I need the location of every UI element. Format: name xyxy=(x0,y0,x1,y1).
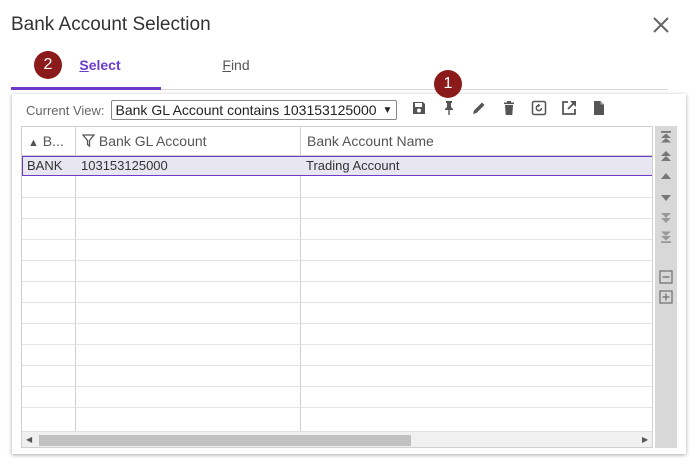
row-divider xyxy=(22,386,652,387)
results-grid: ▲ B... Bank GL Account Bank Account Name… xyxy=(21,126,653,448)
current-view-value: Bank GL Account contains 103153125000 xyxy=(115,102,377,118)
step-badge-1: 1 xyxy=(434,70,462,98)
close-icon[interactable] xyxy=(650,14,672,36)
tab-find-accel: F xyxy=(222,57,231,73)
chevron-down-icon: ▼ xyxy=(382,104,393,116)
cell-gl-account: 103153125000 xyxy=(81,158,168,173)
column-header-bank[interactable]: ▲ B... xyxy=(22,127,75,155)
up-icon[interactable] xyxy=(659,170,673,184)
row-divider xyxy=(22,365,652,366)
view-bar: Current View: Bank GL Account contains 1… xyxy=(26,99,398,121)
row-divider xyxy=(22,260,652,261)
page-up-icon[interactable] xyxy=(659,150,673,164)
down-icon[interactable] xyxy=(659,190,673,204)
trash-icon[interactable] xyxy=(501,100,517,116)
column-header-gl-account[interactable]: Bank GL Account xyxy=(76,127,300,155)
row-divider xyxy=(22,281,652,282)
row-divider xyxy=(22,302,652,303)
scrollbar-thumb[interactable] xyxy=(39,435,411,446)
column-header-account-name-label: Bank Account Name xyxy=(307,133,434,149)
row-divider xyxy=(22,218,652,219)
row-divider xyxy=(22,407,652,408)
tab-select-accel: S xyxy=(79,57,89,73)
grid-body: ▲ B... Bank GL Account Bank Account Name… xyxy=(22,127,652,431)
row-divider xyxy=(22,239,652,240)
tab-bar: Select Find xyxy=(11,48,668,90)
cell-bank: BANK xyxy=(27,158,63,173)
filter-icon xyxy=(81,134,96,148)
tab-find[interactable]: Find xyxy=(161,48,311,90)
pin-icon[interactable] xyxy=(441,100,457,116)
row-divider xyxy=(22,323,652,324)
export-icon[interactable] xyxy=(561,100,577,116)
horizontal-scrollbar[interactable]: ◀ ▶ xyxy=(22,431,652,447)
dialog-title: Bank Account Selection xyxy=(11,14,211,35)
current-view-select[interactable]: Bank GL Account contains 103153125000 ▼ xyxy=(110,100,398,120)
collapse-icon[interactable] xyxy=(659,270,673,284)
save-icon[interactable] xyxy=(411,100,427,116)
tab-find-label: ind xyxy=(230,57,250,73)
scroll-left-icon[interactable]: ◀ xyxy=(26,435,32,444)
sort-up-icon: ▲ xyxy=(28,137,39,149)
column-header-gl-account-label: Bank GL Account xyxy=(98,133,207,149)
bank-account-selection-dialog: Bank Account Selection Select Find 2 Cur… xyxy=(0,0,697,467)
last-icon[interactable] xyxy=(659,230,673,244)
first-icon[interactable] xyxy=(659,130,673,144)
tab-select-label: elect xyxy=(88,57,121,73)
expand-icon[interactable] xyxy=(659,290,673,304)
selection-panel: Current View: Bank GL Account contains 1… xyxy=(12,94,686,454)
document-icon[interactable] xyxy=(591,100,607,116)
page-down-icon[interactable] xyxy=(659,210,673,224)
step-badge-2: 2 xyxy=(34,51,62,79)
current-view-label: Current View: xyxy=(26,102,105,118)
row-divider xyxy=(22,344,652,345)
tab-select[interactable]: Select xyxy=(11,48,161,90)
table-row[interactable]: BANK 103153125000 Trading Account xyxy=(22,156,652,176)
column-header-account-name[interactable]: Bank Account Name xyxy=(301,127,652,155)
row-divider xyxy=(22,197,652,198)
scroll-right-icon[interactable]: ▶ xyxy=(642,435,648,444)
pencil-icon[interactable] xyxy=(471,100,487,116)
navigation-sidebar xyxy=(655,126,677,448)
column-header-bank-label: B... xyxy=(42,133,64,149)
refresh-icon[interactable] xyxy=(531,100,547,116)
cell-account-name: Trading Account xyxy=(306,158,400,173)
